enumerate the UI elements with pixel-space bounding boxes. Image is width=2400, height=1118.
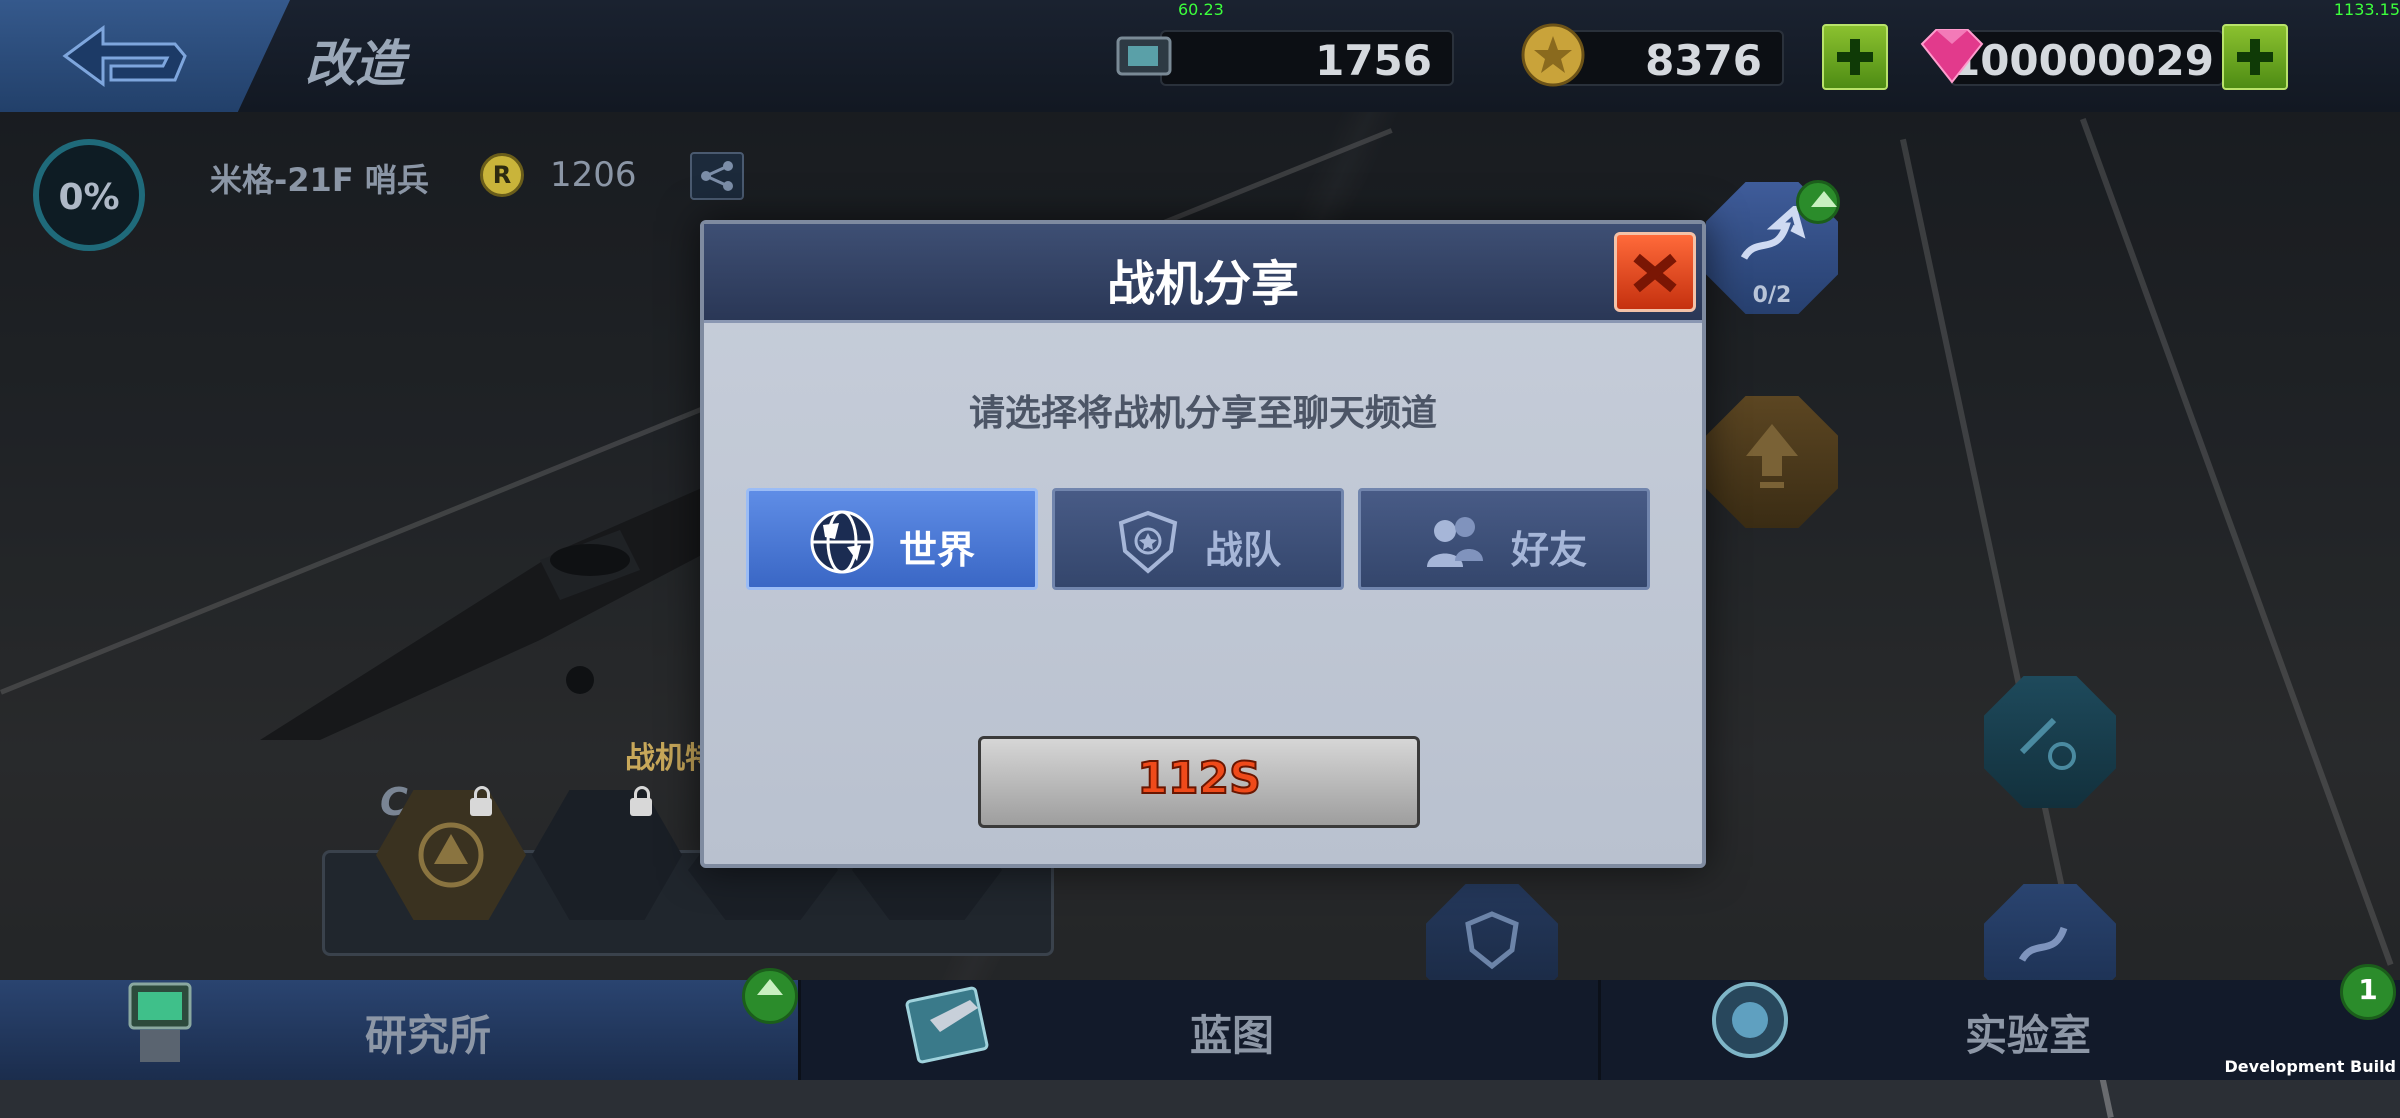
curved-arrow-icon [1740, 206, 1806, 260]
back-arrow-icon [62, 25, 187, 87]
tab-research-label: 研究所 [365, 1011, 492, 1060]
cooldown-timer: 112S [1136, 752, 1262, 805]
channel-world-button[interactable]: 世界 [746, 488, 1038, 590]
shield-badge-icon [1118, 510, 1178, 574]
lab-notification-badge: 1 [2340, 964, 2396, 1020]
globe-icon [810, 510, 874, 574]
share-cooldown-button[interactable]: 112S [978, 736, 1420, 828]
channel-team-label: 战队 [1205, 528, 1282, 572]
up-arrow-icon [1746, 424, 1798, 488]
tab-lab-label: 实验室 [1965, 1011, 2092, 1060]
gold-count: 8376 [1645, 36, 1762, 85]
modification-progress-value: 0% [58, 177, 120, 218]
dialog-title: 战机分享 [1106, 256, 1299, 312]
channel-team-button[interactable]: 战队 [1052, 488, 1344, 590]
lock-icon [470, 786, 492, 816]
slot-emblem-icon [418, 822, 484, 888]
chip-icon [1116, 36, 1172, 76]
lab-icon [1712, 982, 1788, 1058]
bottom-navigation: 研究所 蓝图 实验室 [0, 980, 2400, 1080]
fps-counter: 60.23 [1178, 0, 1224, 19]
frame-time-counter: 1133.15 [2333, 0, 2400, 19]
crosshair-icon [2019, 717, 2076, 770]
curved-arrow-icon [2018, 926, 2068, 962]
lock-icon [630, 786, 652, 816]
gold-coin-icon [1521, 23, 1585, 87]
chip-resource: 1756 [1160, 30, 1454, 86]
blueprint-icon [905, 986, 989, 1064]
rating-icon: R [480, 153, 524, 197]
channel-friends-label: 好友 [1511, 528, 1588, 572]
tab-research[interactable]: 研究所 [0, 980, 801, 1080]
share-icon[interactable] [690, 152, 744, 200]
page-title: 改造 [305, 35, 405, 93]
back-button[interactable] [0, 0, 290, 112]
plane-rating: 1206 [550, 155, 637, 195]
add-diamond-button[interactable] [2222, 24, 2288, 90]
friends-icon [1427, 517, 1483, 567]
development-build-label: Development Build [2224, 1057, 2396, 1076]
tab-blueprint[interactable]: 蓝图 [800, 980, 1601, 1080]
research-upgrade-badge-icon [742, 968, 798, 1024]
share-dialog: 战机分享 请选择将战机分享至聊天频道 世界 战队 好友 112S [700, 220, 1706, 868]
top-bar: 改造 60.23 1133.15 1756 8376 100000029 [0, 0, 2400, 112]
shield-icon [1465, 911, 1519, 970]
research-terminal-icon [128, 982, 192, 1062]
modification-progress-ring: 0% [33, 139, 145, 251]
targeting-node[interactable] [1984, 676, 2116, 808]
upgrade-available-icon [1796, 180, 1840, 224]
plane-name: 米格-21F 哨兵 [210, 161, 429, 199]
diamond-icon [1920, 29, 1984, 84]
chip-count: 1756 [1315, 36, 1432, 85]
dialog-prompt: 请选择将战机分享至聊天频道 [968, 393, 1437, 434]
close-button[interactable] [1614, 232, 1696, 312]
upgrade-locked-node[interactable] [1706, 396, 1838, 528]
channel-world-label: 世界 [899, 528, 976, 572]
channel-friends-button[interactable]: 好友 [1358, 488, 1650, 590]
tab-blueprint-label: 蓝图 [1190, 1011, 1275, 1060]
add-gold-button[interactable] [1822, 24, 1888, 90]
dialog-header: 战机分享 [704, 224, 1702, 323]
